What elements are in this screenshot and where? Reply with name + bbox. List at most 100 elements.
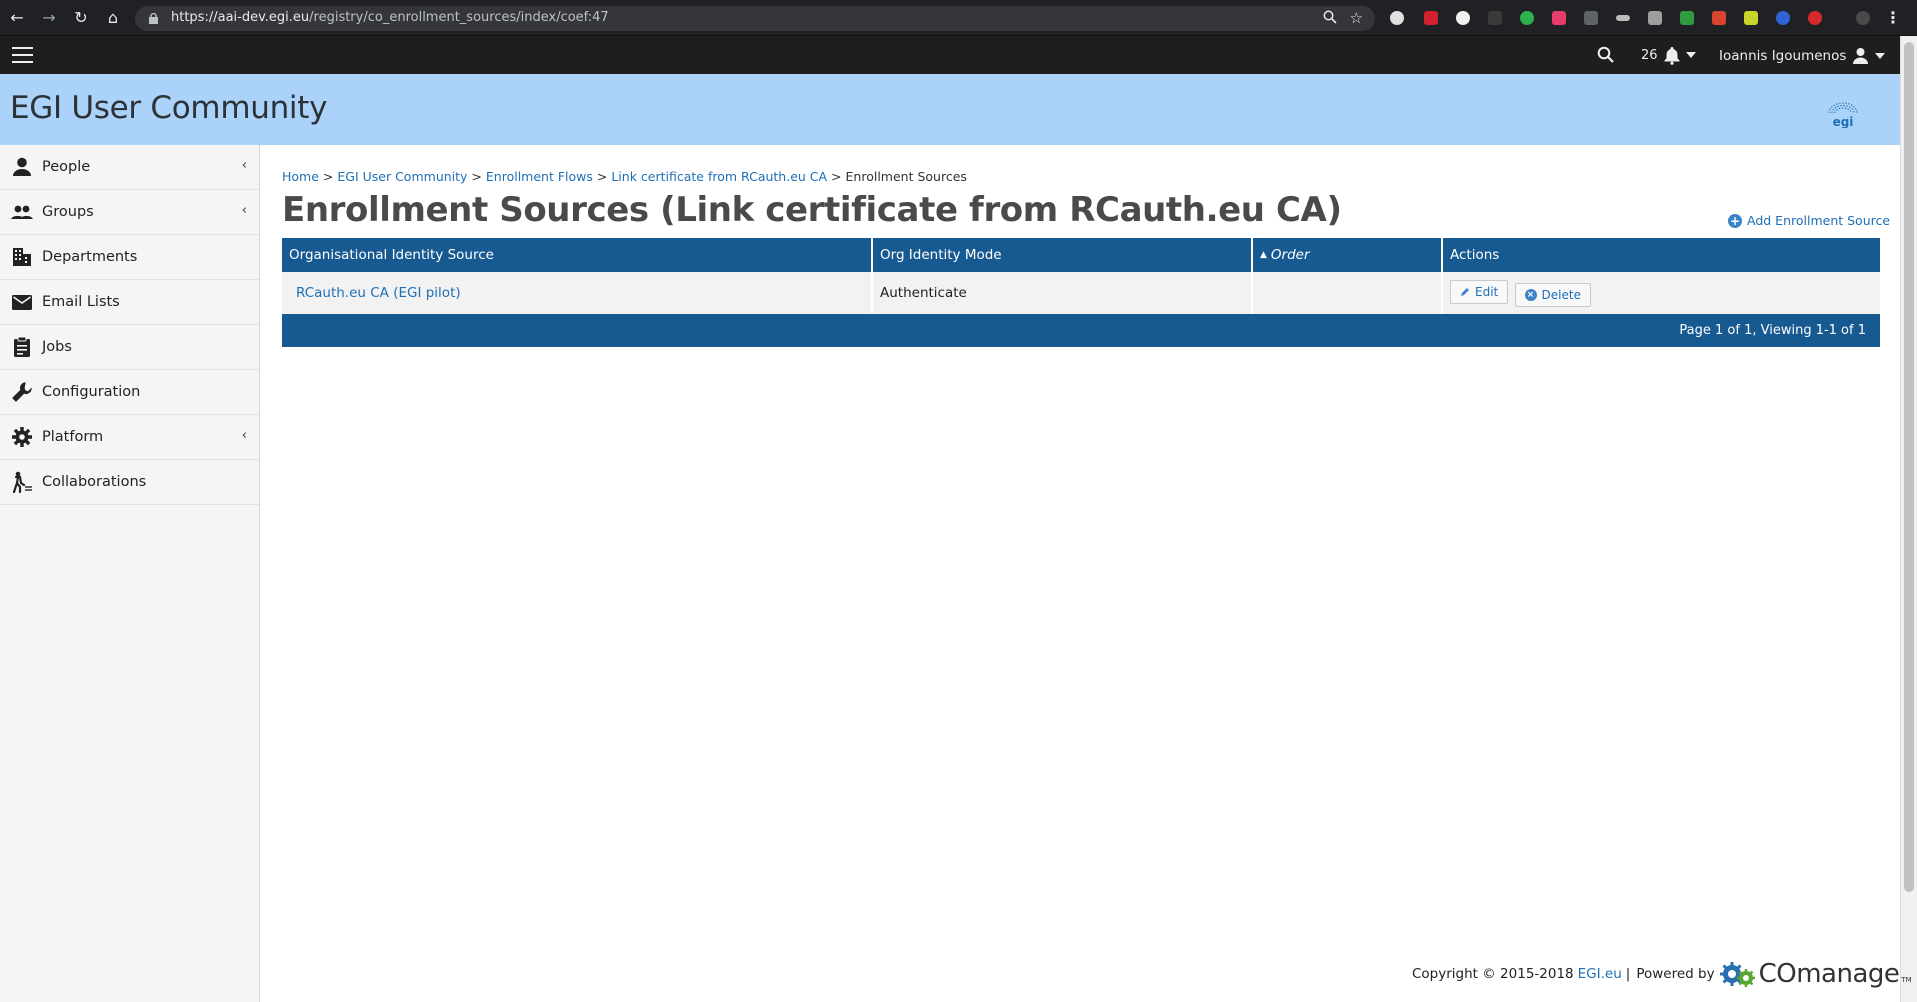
plus-circle-icon: +	[1728, 213, 1742, 228]
gear-icon	[12, 427, 32, 447]
scrollbar-thumb[interactable]	[1904, 42, 1914, 892]
comanage-logo[interactable]: COmanage TM	[1719, 958, 1912, 990]
reload-icon[interactable]: ↻	[72, 9, 90, 27]
table-row: RCauth.eu CA (EGI pilot) Authenticate Ed…	[282, 272, 1880, 314]
bookmark-star-icon[interactable]: ☆	[1350, 9, 1363, 27]
profile-avatar-icon[interactable]	[1856, 11, 1870, 25]
add-enrollment-source-button[interactable]: + Add Enrollment Source	[1728, 213, 1890, 228]
address-bar[interactable]: https://aai-dev.egi.eu/registry/co_enrol…	[135, 6, 1375, 31]
sidebar-item-people[interactable]: People ‹	[0, 145, 259, 190]
search-icon[interactable]	[1597, 46, 1614, 63]
sidebar-item-label: Jobs	[42, 339, 72, 355]
forward-arrow-icon[interactable]: →	[40, 9, 58, 27]
extension-icon[interactable]	[1390, 11, 1404, 25]
extension-icon[interactable]	[1808, 11, 1822, 25]
svg-text:egi: egi	[1833, 115, 1854, 128]
sidebar-item-departments[interactable]: Departments	[0, 235, 259, 280]
breadcrumb-separator: >	[471, 169, 482, 184]
sidebar-item-label: Collaborations	[42, 474, 147, 490]
chevron-left-icon: ‹	[241, 428, 247, 443]
extension-icon[interactable]	[1584, 11, 1598, 25]
breadcrumb-community-link[interactable]: EGI User Community	[337, 169, 467, 184]
column-header-source[interactable]: Organisational Identity Source	[282, 238, 873, 272]
sidebar-item-configuration[interactable]: Configuration	[0, 370, 259, 415]
user-menu[interactable]: Ioannis Igoumenos	[1719, 47, 1886, 64]
column-header-order-label: Order	[1270, 247, 1310, 263]
hamburger-menu-icon[interactable]	[12, 47, 33, 63]
sort-ascending-icon: ▲	[1260, 250, 1267, 260]
sidebar-item-label: Configuration	[42, 384, 141, 400]
column-header-order[interactable]: ▲ Order	[1252, 238, 1443, 272]
extension-icon[interactable]	[1488, 11, 1502, 25]
building-icon	[13, 248, 31, 266]
url-host: https://aai-dev.egi.eu	[171, 10, 310, 25]
extension-icon[interactable]	[1680, 11, 1694, 25]
trademark-mark: TM	[1901, 976, 1912, 984]
delete-button[interactable]: × Delete	[1514, 282, 1591, 307]
sidebar-item-label: Groups	[42, 204, 94, 220]
collaboration-icon	[12, 471, 32, 493]
home-icon[interactable]: ⌂	[104, 9, 122, 27]
actions-cell: Edit × Delete	[1442, 272, 1880, 314]
extension-icon[interactable]	[1424, 11, 1438, 25]
vertical-scrollbar[interactable]	[1900, 36, 1917, 1002]
browser-toolbar: ← → ↻ ⌂ https://aai-dev.egi.eu/registry/…	[0, 0, 1917, 36]
chevron-down-icon	[1685, 52, 1696, 58]
back-arrow-icon[interactable]: ←	[8, 9, 26, 27]
pagination-info: Page 1 of 1, Viewing 1-1 of 1	[282, 314, 1880, 347]
order-cell	[1252, 272, 1443, 314]
page-title: Enrollment Sources (Link certificate fro…	[282, 190, 1342, 230]
sidebar-item-label: Platform	[42, 429, 104, 445]
close-circle-icon: ×	[1524, 288, 1537, 301]
zoom-icon[interactable]	[1323, 10, 1337, 24]
breadcrumb-flow-link[interactable]: Link certificate from RCauth.eu CA	[611, 169, 827, 184]
notifications-button[interactable]: 26	[1641, 45, 1696, 65]
column-header-mode[interactable]: Org Identity Mode	[872, 238, 1253, 272]
bell-icon	[1664, 47, 1680, 65]
url-path: /registry/co_enrollment_sources/index/co…	[309, 10, 609, 25]
breadcrumb-flows-link[interactable]: Enrollment Flows	[486, 169, 593, 184]
egi-link[interactable]: EGI.eu	[1578, 966, 1622, 982]
sidebar-item-label: People	[42, 159, 91, 175]
breadcrumb: Home > EGI User Community > Enrollment F…	[282, 169, 967, 184]
extension-icon[interactable]	[1520, 11, 1534, 25]
extension-icon[interactable]	[1744, 11, 1758, 25]
sidebar-item-collaborations[interactable]: Collaborations	[0, 460, 259, 505]
extension-icon[interactable]	[1552, 11, 1566, 25]
copyright-text: Copyright © 2015-2018	[1412, 966, 1574, 982]
extension-icon[interactable]	[1456, 11, 1470, 25]
url-text: https://aai-dev.egi.eu/registry/co_enrol…	[171, 10, 609, 25]
sidebar-item-jobs[interactable]: Jobs	[0, 325, 259, 370]
comanage-gear-icon	[1719, 962, 1755, 987]
footer: Copyright © 2015-2018 EGI.eu | Powered b…	[1412, 958, 1912, 990]
edit-label: Edit	[1475, 284, 1499, 299]
source-link[interactable]: RCauth.eu CA (EGI pilot)	[296, 285, 461, 301]
chevron-down-icon	[1875, 52, 1886, 59]
notification-count: 26	[1641, 47, 1658, 63]
header-banner: EGI User Community egi	[0, 74, 1900, 145]
wrench-icon	[12, 382, 32, 402]
user-icon	[1853, 48, 1869, 64]
extension-icon[interactable]	[1712, 11, 1726, 25]
sidebar-item-label: Email Lists	[42, 294, 120, 310]
app-top-bar: 26 Ioannis Igoumenos	[0, 36, 1900, 74]
sidebar-item-groups[interactable]: Groups ‹	[0, 190, 259, 235]
sidebar-item-label: Departments	[42, 249, 138, 265]
browser-menu-icon[interactable]: ⋮	[1885, 8, 1901, 27]
person-icon	[13, 157, 31, 176]
sidebar-item-platform[interactable]: Platform ‹	[0, 415, 259, 460]
egi-logo[interactable]: egi	[1826, 100, 1860, 128]
sidebar-item-email-lists[interactable]: Email Lists	[0, 280, 259, 325]
chevron-left-icon: ‹	[241, 203, 247, 218]
mode-cell: Authenticate	[872, 272, 1253, 314]
delete-label: Delete	[1541, 287, 1581, 302]
extension-icon[interactable]	[1776, 11, 1790, 25]
footer-separator: |	[1625, 966, 1631, 982]
breadcrumb-separator: >	[322, 169, 334, 184]
clipboard-icon	[14, 336, 30, 357]
breadcrumb-home-link[interactable]: Home	[282, 169, 319, 184]
extension-icon[interactable]	[1648, 11, 1662, 25]
user-name: Ioannis Igoumenos	[1719, 47, 1847, 64]
edit-button[interactable]: Edit	[1450, 279, 1509, 304]
extension-icon[interactable]	[1616, 15, 1630, 21]
